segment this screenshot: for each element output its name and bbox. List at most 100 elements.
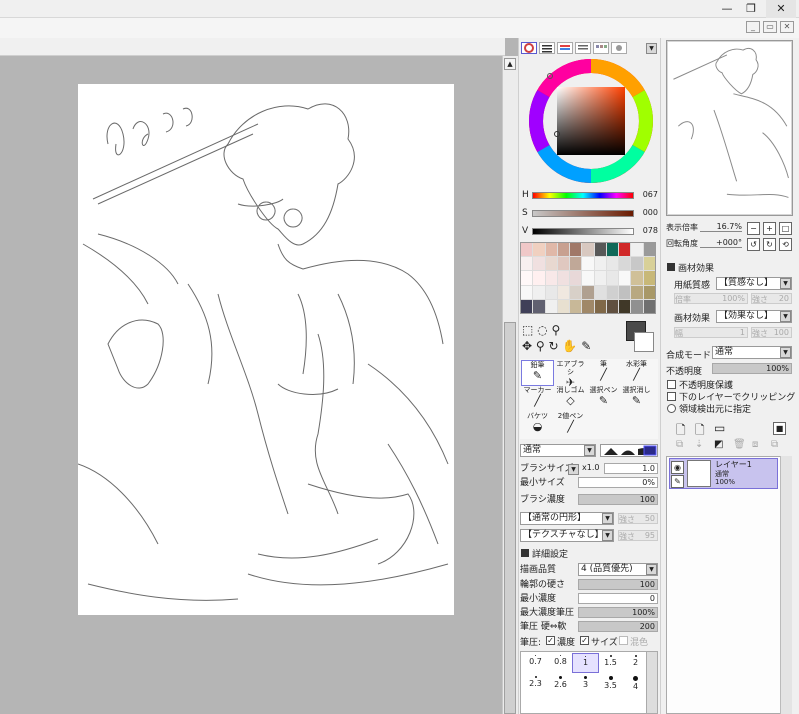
color-swatch[interactable] <box>606 271 619 285</box>
color-wheel[interactable] <box>528 58 654 184</box>
color-swatch[interactable] <box>570 285 582 299</box>
chevron-down-icon[interactable]: ▼ <box>780 278 791 289</box>
color-swatch[interactable] <box>521 271 533 285</box>
zoom-in-icon[interactable]: + <box>763 222 776 235</box>
tool-select-pen[interactable]: 選択ペン ✎ <box>587 386 620 412</box>
move-icon[interactable]: ✥ <box>522 339 532 353</box>
chevron-down-icon[interactable]: ▼ <box>780 311 791 322</box>
color-swatch[interactable] <box>570 257 582 271</box>
chevron-down-icon[interactable]: ▼ <box>780 347 791 358</box>
color-swatch[interactable] <box>521 257 533 271</box>
rotate-icon[interactable]: ↻ <box>549 339 559 353</box>
rect-select-icon[interactable]: ⬚ <box>522 323 533 337</box>
scroll-up-arrow[interactable]: ▲ <box>504 58 516 70</box>
rotate-reset-icon[interactable]: ⟲ <box>779 238 792 251</box>
protect-opacity-checkbox[interactable] <box>667 380 676 389</box>
chevron-down-icon[interactable]: ▼ <box>584 445 595 456</box>
tool-bucket[interactable]: バケツ ◒ <box>521 412 554 438</box>
brush-density-value[interactable]: 100 <box>578 494 658 505</box>
brush-size-preset[interactable]: 3 <box>572 674 599 694</box>
clip-below-checkbox[interactable] <box>667 392 676 401</box>
eyedropper-icon[interactable]: ✎ <box>581 339 591 353</box>
color-swatch[interactable] <box>533 299 545 313</box>
hsv-slider-tab-icon[interactable] <box>557 42 573 54</box>
rotate-value[interactable]: +000° <box>700 238 742 248</box>
color-swatch[interactable] <box>557 285 570 299</box>
color-swatch[interactable] <box>557 299 570 313</box>
color-swatch[interactable] <box>643 285 655 299</box>
drawing-canvas[interactable] <box>77 84 454 615</box>
size-multiplier[interactable]: x1.0 <box>582 463 599 472</box>
color-swatch[interactable] <box>557 271 570 285</box>
color-swatch[interactable] <box>582 257 594 271</box>
color-swatch[interactable] <box>619 285 631 299</box>
zoom-reset-icon[interactable]: □ <box>779 222 792 235</box>
color-swatch[interactable] <box>533 257 545 271</box>
brush-size-preset[interactable]: 0.8 <box>547 653 574 673</box>
color-swatch[interactable] <box>533 243 545 257</box>
color-swatch[interactable] <box>545 257 557 271</box>
collapse-icon[interactable] <box>521 549 529 557</box>
edge-hardness-value[interactable]: 100 <box>578 579 658 590</box>
color-swatch[interactable] <box>582 271 594 285</box>
brush-size-preset[interactable]: 2.3 <box>522 674 549 694</box>
color-swatch[interactable] <box>521 243 533 257</box>
color-swatch[interactable] <box>545 271 557 285</box>
color-swatch[interactable] <box>643 271 655 285</box>
size-dropdown[interactable]: ▼ <box>568 464 579 475</box>
tool-pencil[interactable]: 鉛筆 ✎ <box>521 360 554 386</box>
color-swatch[interactable] <box>557 257 570 271</box>
layers-list[interactable] <box>666 456 792 714</box>
color-swatch[interactable] <box>570 271 582 285</box>
layer-mask-icon[interactable]: ■ <box>773 422 786 435</box>
color-swatch[interactable] <box>606 243 619 257</box>
brush-size-preset[interactable]: 2.6 <box>547 674 574 694</box>
layers-scrollbar[interactable] <box>780 456 792 714</box>
color-swatch[interactable] <box>594 243 606 257</box>
inner-minimize-button[interactable]: _ <box>746 21 760 33</box>
color-swatch[interactable] <box>557 243 570 257</box>
mix-checkbox[interactable] <box>619 636 628 645</box>
region-detect-radio[interactable] <box>667 404 676 413</box>
edit-lock-icon[interactable]: ✎ <box>671 475 684 488</box>
color-swatch[interactable] <box>582 243 594 257</box>
hand-icon[interactable]: ✋ <box>562 339 577 353</box>
color-swatch[interactable] <box>582 285 594 299</box>
zoom-icon[interactable]: ⚲ <box>536 339 545 353</box>
chevron-down-icon[interactable]: ▼ <box>646 564 657 575</box>
merge-down-icon[interactable]: ⇣ <box>695 439 703 450</box>
color-wheel-tab-icon[interactable] <box>521 42 537 54</box>
color-swatch[interactable] <box>545 299 557 313</box>
panel-menu-icon[interactable]: ▼ <box>646 43 657 54</box>
brush-size-preset[interactable]: 4 <box>622 674 649 694</box>
chevron-down-icon[interactable]: ▼ <box>602 513 613 524</box>
tool-airbrush[interactable]: エアブラシ ✈ <box>554 360 587 389</box>
secondary-color-swatch[interactable] <box>634 332 654 352</box>
brush-size-preset[interactable]: 0.7 <box>522 653 549 673</box>
chevron-down-icon[interactable]: ▼ <box>602 530 613 541</box>
tool-eraser[interactable]: 消しゴム ◇ <box>554 386 587 412</box>
color-swatch[interactable] <box>631 299 643 313</box>
color-swatch[interactable] <box>545 243 557 257</box>
size-presets-scrollbar[interactable] <box>646 651 658 714</box>
rgb-slider-tab-icon[interactable] <box>539 42 555 54</box>
color-swatch[interactable] <box>606 257 619 271</box>
delete-layer-icon[interactable]: 🗑 <box>733 439 746 450</box>
color-swatch-grid[interactable] <box>520 242 656 314</box>
brush-size-value[interactable]: 1.0 <box>604 463 658 474</box>
color-swatch[interactable] <box>570 243 582 257</box>
rotate-left-icon[interactable]: ↺ <box>747 238 760 251</box>
color-swatch[interactable] <box>631 285 643 299</box>
color-swatch[interactable] <box>570 299 582 313</box>
color-swatch[interactable] <box>606 299 619 313</box>
color-swatch[interactable] <box>631 257 643 271</box>
swatch-tab-icon[interactable] <box>575 42 591 54</box>
color-swatch[interactable] <box>619 271 631 285</box>
new-folder-icon[interactable]: ▭ <box>714 421 725 435</box>
inner-restore-button[interactable]: ▭ <box>763 21 777 33</box>
color-swatch[interactable] <box>643 257 655 271</box>
color-swatch[interactable] <box>582 299 594 313</box>
zoom-out-icon[interactable]: − <box>747 222 760 235</box>
layer-opacity-value[interactable]: 100% <box>712 363 792 374</box>
v-slider[interactable] <box>532 228 634 235</box>
